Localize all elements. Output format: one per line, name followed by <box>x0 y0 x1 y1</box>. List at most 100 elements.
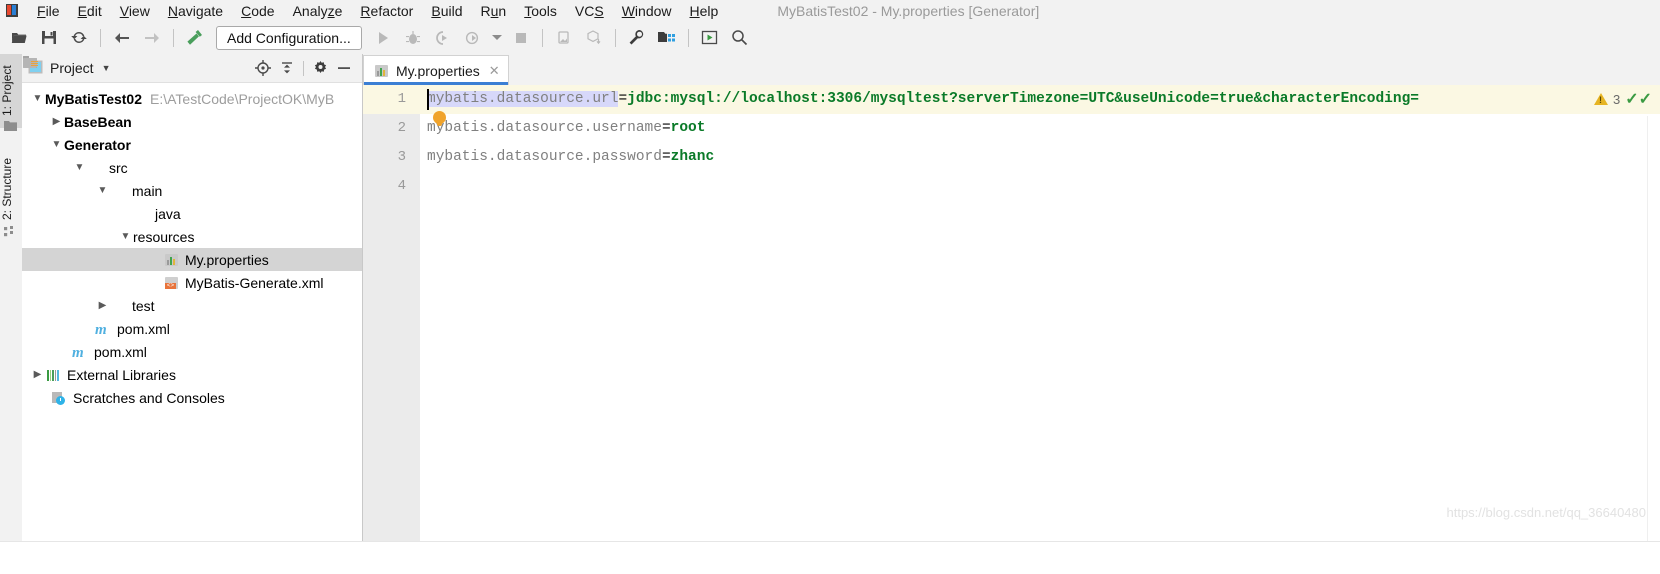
collapse-all-icon[interactable] <box>275 57 299 79</box>
editor-scrollbar-rail[interactable] <box>1647 116 1660 542</box>
code-line-1[interactable]: mybatis.datasource.url=jdbc:mysql://loca… <box>420 85 1660 114</box>
warning-triangle-icon[interactable] <box>1593 93 1608 105</box>
hide-panel-icon[interactable] <box>332 57 356 79</box>
properties-file-icon <box>163 252 180 268</box>
add-configuration-label: Add Configuration... <box>227 29 351 46</box>
chevron-down-icon[interactable]: ▼ <box>118 229 133 244</box>
editor-tab-my-properties[interactable]: My.properties ✕ <box>363 55 509 85</box>
editor-tab-label: My.properties <box>396 62 480 79</box>
tree-node-label: pom.xml <box>117 320 170 337</box>
tree-node-mybatistest02[interactable]: ▼ MyBatisTest02 E:\ATestCode\ProjectOK\M… <box>22 56 362 110</box>
tree-node-generator[interactable]: ▼ Generator <box>22 56 362 156</box>
tree-node-main[interactable]: ▼ main <box>22 179 362 202</box>
scratches-icon <box>51 390 68 406</box>
tree-node-pom-xml-root[interactable]: m pom.xml <box>22 340 362 363</box>
code-value: root <box>670 120 706 136</box>
menu-item-help[interactable]: Help <box>681 1 728 21</box>
back-arrow-icon[interactable] <box>109 25 135 51</box>
open-folder-icon[interactable] <box>6 25 32 51</box>
code-line-2[interactable]: mybatis.datasource.username=root <box>420 111 1660 143</box>
project-panel-title: Project <box>50 60 94 76</box>
sidebar-item-structure[interactable]: 2: Structure <box>0 144 22 234</box>
status-bar <box>0 541 1660 574</box>
run-with-coverage-icon <box>430 25 456 51</box>
chevron-right-icon[interactable]: ▶ <box>49 114 64 129</box>
menu-item-file[interactable]: File <box>28 1 69 21</box>
tree-node-label: My.properties <box>185 251 269 268</box>
code-text-area[interactable]: mybatis.datasource.url=jdbc:mysql://loca… <box>420 85 1660 542</box>
menu-item-window[interactable]: Window <box>613 1 681 21</box>
tree-node-label: test <box>132 297 155 314</box>
tree-node-basebean[interactable]: ▶ BaseBean <box>22 56 362 133</box>
tree-node-java[interactable]: java <box>22 202 362 225</box>
tree-node-mybatis-generate-xml[interactable]: <> MyBatis-Generate.xml <box>22 271 362 294</box>
settings-wrench-icon[interactable] <box>624 25 650 51</box>
chevron-down-icon[interactable]: ▼ <box>72 160 87 175</box>
menu-item-tools[interactable]: Tools <box>515 1 566 21</box>
save-all-icon[interactable] <box>36 25 62 51</box>
menu-item-view[interactable]: View <box>111 1 159 21</box>
xml-file-icon: <> <box>163 275 180 291</box>
close-icon[interactable]: ✕ <box>489 63 500 79</box>
tree-node-label: BaseBean <box>64 113 132 130</box>
code-value: jdbc:mysql://localhost:3306/mysqltest?se… <box>627 91 1419 107</box>
editor-body: 1 2 3 4 mybatis.datasource.url=jdbc:mysq… <box>363 85 1660 542</box>
chevron-right-icon[interactable]: ▶ <box>95 298 110 313</box>
toolbar-separator <box>173 28 174 47</box>
code-key: mybatis.datasource.password <box>427 149 662 165</box>
tree-node-external-libraries[interactable]: ▶ External Libraries <box>22 363 362 386</box>
run-play-icon <box>370 25 396 51</box>
gutter-line-number: 2 <box>397 120 406 136</box>
inspections-ok-check-icon[interactable]: ✓✓ <box>1625 89 1652 109</box>
resources-folder-icon <box>23 56 38 68</box>
scroll-from-source-icon[interactable] <box>251 57 275 79</box>
sidebar-item-project[interactable]: 1: Project <box>0 54 22 128</box>
chevron-down-icon[interactable]: ▼ <box>49 137 64 152</box>
editor-tab-strip: My.properties ✕ <box>363 54 1660 85</box>
chevron-right-icon[interactable]: ▶ <box>30 367 45 382</box>
code-key: mybatis.datasource.username <box>427 120 662 136</box>
main-toolbar: Add Configuration... <box>0 21 1660 55</box>
menu-item-build[interactable]: Build <box>422 1 471 21</box>
menu-item-navigate[interactable]: Navigate <box>159 1 232 21</box>
menu-item-code[interactable]: Code <box>232 1 283 21</box>
watermark-text: https://blog.csdn.net/qq_36640480 <box>1446 505 1647 520</box>
toolbar-separator <box>100 28 101 47</box>
menu-item-refactor[interactable]: Refactor <box>351 1 422 21</box>
run-anything-icon[interactable] <box>697 25 723 51</box>
code-line-4[interactable] <box>420 172 1660 201</box>
tree-node-resources[interactable]: ▼ resources <box>22 56 362 248</box>
tree-node-test[interactable]: ▶ test <box>22 294 362 317</box>
tree-node-my-properties[interactable]: My.properties <box>22 248 362 271</box>
intellij-idea-logo-icon <box>4 3 22 19</box>
menu-item-analyze[interactable]: Analyze <box>284 1 352 21</box>
device-manager-icon <box>551 25 577 51</box>
tree-node-label: main <box>132 182 163 199</box>
tree-node-label: java <box>155 205 181 222</box>
source-folder-icon <box>133 206 150 222</box>
folder-icon <box>110 298 127 314</box>
chevron-down-icon[interactable]: ▼ <box>95 183 110 198</box>
chevron-down-icon[interactable]: ▼ <box>30 91 45 106</box>
menu-item-edit[interactable]: Edit <box>69 1 111 21</box>
structure-icon <box>4 226 17 239</box>
menu-item-run[interactable]: Run <box>472 1 516 21</box>
build-hammer-icon[interactable] <box>182 25 208 51</box>
menu-item-vcs[interactable]: VCS <box>566 1 613 21</box>
panel-action-separator <box>303 60 304 76</box>
project-structure-icon[interactable] <box>654 25 680 51</box>
tree-node-scratches-and-consoles[interactable]: Scratches and Consoles <box>22 386 362 409</box>
code-line-3[interactable]: mybatis.datasource.password=zhanc <box>420 143 1660 172</box>
search-everywhere-icon[interactable] <box>727 25 753 51</box>
chevron-down-icon[interactable]: ▼ <box>102 63 111 73</box>
toolbar-separator <box>614 28 616 47</box>
tree-node-src[interactable]: ▼ src <box>22 156 362 179</box>
intention-bulb-icon[interactable] <box>433 111 446 127</box>
settings-gear-icon[interactable] <box>308 57 332 79</box>
tree-node-pom-xml-inner[interactable]: m pom.xml <box>22 317 362 340</box>
inspection-widget[interactable]: 3 ✓✓ <box>1593 89 1652 109</box>
editor-gutter[interactable]: 1 2 3 4 <box>363 85 420 542</box>
add-configuration-button[interactable]: Add Configuration... <box>216 25 362 50</box>
sidebar-item-structure-label: 2: Structure <box>0 157 14 221</box>
sync-refresh-icon[interactable] <box>66 25 92 51</box>
